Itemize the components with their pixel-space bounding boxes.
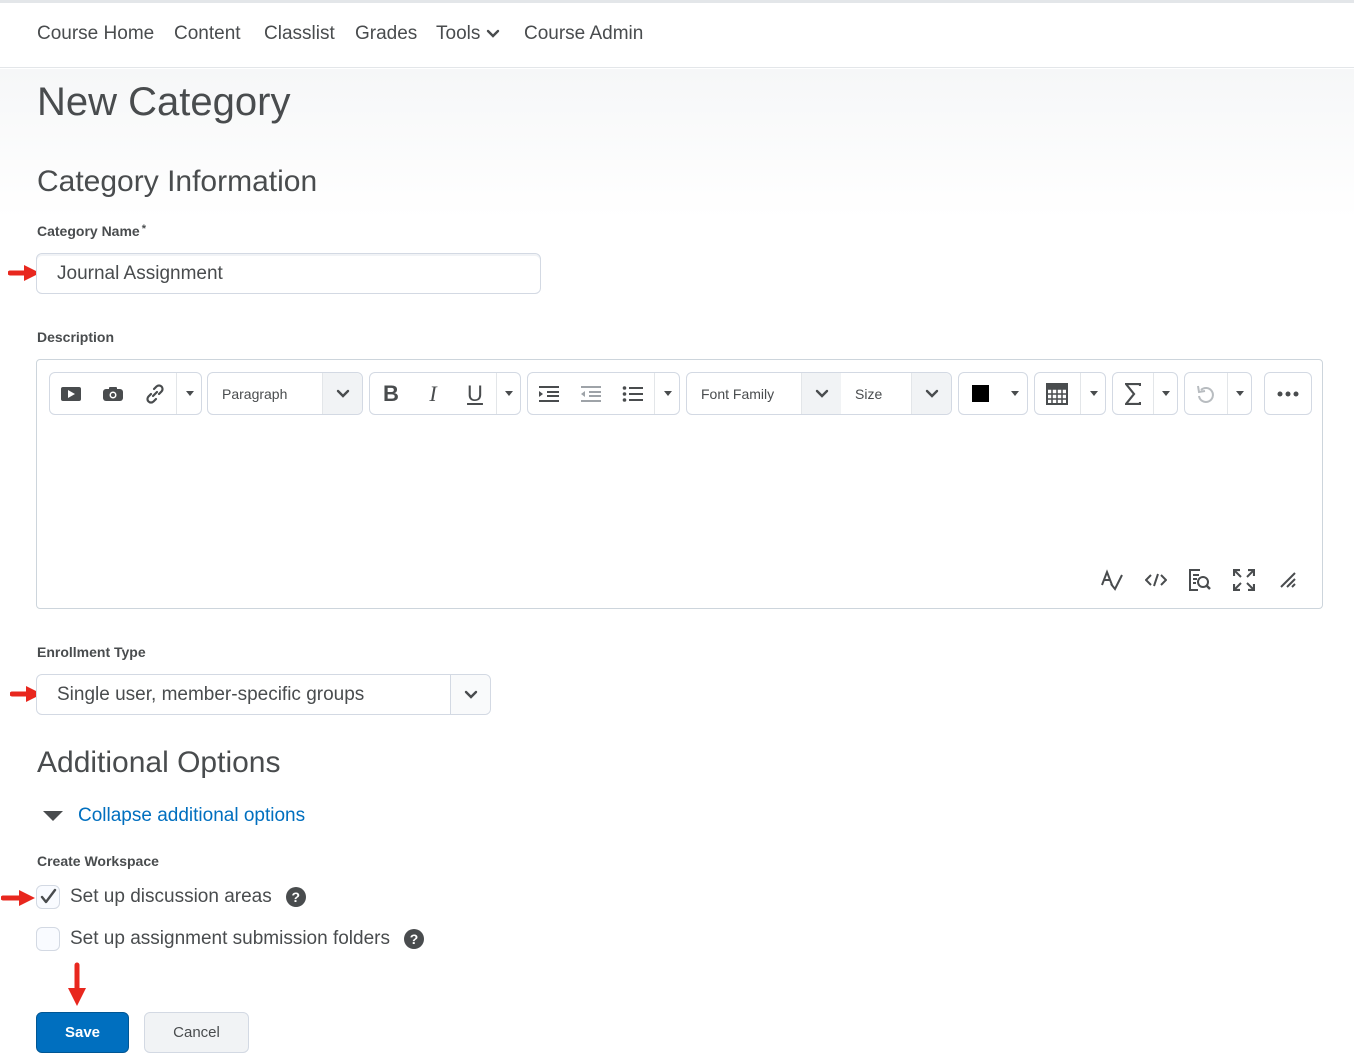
help-icon[interactable]: ? [285, 887, 306, 907]
annotation-arrow-down-icon [68, 962, 86, 1006]
cancel-button[interactable]: Cancel [144, 1012, 249, 1053]
more-dots-icon [1265, 373, 1311, 414]
required-marker: * [141, 223, 146, 235]
table-caret-icon[interactable] [1081, 373, 1106, 414]
insert-video-icon[interactable] [50, 373, 92, 414]
text-color-caret-icon[interactable] [1001, 373, 1028, 414]
text-color-toolbar-group [958, 372, 1028, 415]
category-name-input[interactable] [36, 253, 541, 294]
submission-folders-option: Set up assignment submission folders ? [36, 927, 424, 951]
description-label: Description [37, 329, 115, 345]
nav-course-home[interactable]: Course Home [37, 23, 154, 45]
resize-handle-icon[interactable] [1276, 568, 1300, 592]
more-options-button[interactable] [1264, 372, 1312, 415]
additional-options-heading: Additional Options [37, 746, 281, 779]
nav-tools[interactable]: Tools [436, 23, 500, 45]
equation-caret-icon[interactable] [1154, 373, 1178, 414]
sigma-icon[interactable] [1113, 373, 1153, 414]
checkmark-icon [40, 888, 57, 904]
font-toolbar-group: Font Family Size [686, 372, 952, 415]
spellcheck-icon[interactable] [1100, 568, 1124, 592]
category-name-label: Category Name * [37, 223, 146, 239]
underline-button[interactable]: U [454, 373, 496, 414]
insert-more-caret-icon[interactable] [177, 373, 202, 414]
block-format-value: Paragraph [222, 385, 288, 402]
triangle-down-icon [43, 811, 63, 821]
enrollment-type-select[interactable]: Single user, member-specific groups [36, 674, 491, 715]
undo-caret-icon[interactable] [1228, 373, 1252, 414]
bullet-list-icon[interactable] [612, 373, 654, 414]
indent-icon[interactable] [528, 373, 570, 414]
enrollment-type-label: Enrollment Type [37, 644, 146, 660]
chevron-down-icon [322, 373, 362, 414]
description-editor[interactable]: Paragraph B I U Font Family Size [36, 359, 1323, 609]
outdent-icon[interactable] [570, 373, 612, 414]
list-more-caret-icon[interactable] [655, 373, 680, 414]
submission-folders-label: Set up assignment submission folders [70, 928, 390, 949]
insert-link-icon[interactable] [134, 373, 176, 414]
nav-course-admin[interactable]: Course Admin [524, 23, 643, 45]
help-icon[interactable]: ? [404, 929, 424, 949]
save-button[interactable]: Save [36, 1012, 129, 1053]
annotation-arrow-icon [1, 890, 35, 906]
enrollment-type-value: Single user, member-specific groups [57, 684, 365, 705]
table-icon[interactable] [1035, 373, 1079, 414]
category-information-heading: Category Information [37, 165, 318, 198]
source-code-icon[interactable] [1144, 568, 1168, 592]
text-style-more-caret-icon[interactable] [497, 373, 521, 414]
fullscreen-icon[interactable] [1232, 568, 1256, 592]
text-style-toolbar-group: B I U [369, 372, 521, 415]
nav-tools-label: Tools [436, 23, 481, 44]
chevron-down-icon [487, 29, 500, 38]
color-swatch-icon [971, 385, 989, 402]
discussion-areas-option: Set up discussion areas ? [36, 885, 306, 909]
create-workspace-label: Create Workspace [37, 853, 159, 869]
nav-grades[interactable]: Grades [355, 23, 417, 45]
text-color-swatch[interactable] [959, 373, 1001, 414]
italic-button[interactable]: I [412, 373, 454, 414]
chevron-down-icon [450, 675, 490, 714]
insert-image-icon[interactable] [92, 373, 134, 414]
collapse-additional-options-link[interactable]: Collapse additional options [40, 805, 305, 827]
page-title: New Category [37, 80, 291, 124]
undo-toolbar-group [1184, 372, 1252, 415]
submission-folders-checkbox[interactable] [36, 927, 60, 951]
font-size-select[interactable]: Size [841, 373, 911, 414]
bold-button[interactable]: B [370, 373, 412, 414]
preview-icon[interactable] [1188, 568, 1212, 592]
discussion-areas-checkbox[interactable] [36, 885, 60, 909]
font-family-select[interactable]: Font Family [701, 373, 801, 414]
chevron-down-icon [911, 373, 951, 414]
chevron-down-icon [801, 373, 841, 414]
editor-footer [1100, 568, 1300, 592]
table-toolbar-group [1034, 372, 1106, 415]
block-format-select[interactable]: Paragraph [207, 372, 363, 415]
course-navbar: Course Home Content Classlist Grades Too… [0, 3, 1354, 68]
nav-classlist[interactable]: Classlist [264, 23, 335, 45]
equation-toolbar-group [1112, 372, 1178, 415]
insert-toolbar-group [49, 372, 202, 415]
collapse-link-label: Collapse additional options [78, 805, 306, 826]
nav-content[interactable]: Content [174, 23, 241, 45]
discussion-areas-label: Set up discussion areas [70, 886, 272, 907]
undo-icon[interactable] [1185, 373, 1227, 414]
list-toolbar-group [527, 372, 680, 415]
